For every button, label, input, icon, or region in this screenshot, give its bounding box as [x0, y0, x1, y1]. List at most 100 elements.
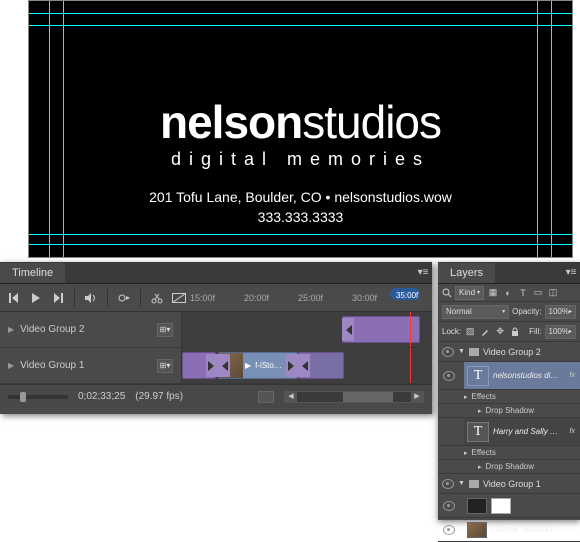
layer-group-header[interactable]: ▼ Video Group 1 — [438, 474, 580, 494]
chevron-right-icon[interactable]: ▸ — [478, 407, 482, 415]
type-layer-icon: T — [467, 366, 489, 386]
video-group-icon — [469, 348, 479, 356]
add-media-button[interactable]: ⊞▾ — [157, 323, 173, 337]
filter-type-icon[interactable]: T — [517, 287, 529, 299]
opacity-input[interactable]: 100%▸ — [545, 305, 576, 319]
ruler-tick: 20:00f — [244, 293, 269, 303]
track-name: Video Group 2 — [20, 324, 84, 335]
scroll-left-icon[interactable]: ◀ — [285, 392, 297, 402]
guide-horizontal — [29, 244, 572, 245]
filter-kind-select[interactable]: Kind▾ — [455, 286, 484, 300]
layer-name: f-iStock_0000147… — [491, 525, 561, 534]
layer-row-selected[interactable]: T nelsonstudios di… fx — [464, 362, 580, 389]
visibility-toggle[interactable] — [443, 501, 455, 511]
track-header[interactable]: ▶ Video Group 2 ⊞▾ — [0, 312, 182, 347]
timecode-display[interactable]: 0;02;33;25 — [78, 391, 125, 402]
transition-handle[interactable] — [218, 354, 230, 377]
address-line: 201 Tofu Lane, Boulder, CO • nelsonstudi… — [29, 189, 572, 205]
effect-drop-shadow[interactable]: ▸ Drop Shadow — [438, 460, 580, 474]
chevron-right-icon[interactable]: ▸ — [464, 449, 468, 457]
play-button[interactable] — [28, 290, 44, 306]
layer-item-adjustment[interactable] — [438, 494, 580, 518]
track-lane[interactable]: ▶ f-iSto… — [182, 348, 432, 383]
guide-horizontal — [29, 234, 572, 235]
transition-handle[interactable] — [206, 354, 218, 377]
playhead-line — [410, 312, 411, 347]
visibility-toggle[interactable] — [442, 479, 454, 489]
scroll-right-icon[interactable]: ▶ — [411, 392, 423, 402]
effects-row[interactable]: ▸ Effects — [438, 390, 580, 404]
lock-transparency-icon[interactable]: ▨ — [464, 326, 476, 338]
layer-name: Harry and Sally … — [493, 427, 558, 436]
chevron-right-icon[interactable]: ▸ — [478, 463, 482, 471]
split-button[interactable] — [149, 290, 165, 306]
lock-position-icon[interactable]: ✥ — [494, 326, 506, 338]
layers-panel: Layers ▾≡ Kind▾ ▦ ◐ T ▭ ◫ Normal▾ Opacit… — [438, 262, 580, 520]
lock-all-icon[interactable] — [509, 326, 521, 338]
ruler-tick: 30:00f — [352, 293, 377, 303]
playhead-line — [410, 348, 411, 383]
options-button[interactable] — [116, 290, 132, 306]
layer-mask-thumbnail[interactable] — [491, 498, 511, 514]
transition-handle[interactable] — [342, 318, 354, 341]
blend-mode-select[interactable]: Normal▾ — [442, 305, 509, 319]
fx-badge[interactable]: fx — [570, 428, 577, 435]
guide-horizontal — [29, 25, 572, 26]
timeline-scrollbar[interactable]: ◀ ▶ — [284, 391, 424, 403]
visibility-toggle[interactable] — [442, 347, 454, 357]
logo-thin: studios — [302, 96, 441, 148]
last-frame-button[interactable] — [50, 290, 66, 306]
transition-handle[interactable] — [298, 354, 310, 377]
layer-name: nelsonstudios di… — [493, 371, 558, 380]
track-lane[interactable] — [182, 312, 432, 347]
first-frame-button[interactable] — [6, 290, 22, 306]
layer-item-image[interactable]: f-iStock_0000147… — [438, 518, 580, 542]
layer-group-header[interactable]: ▼ Video Group 2 — [438, 342, 580, 362]
visibility-toggle[interactable] — [443, 371, 455, 381]
chevron-down-icon[interactable]: ▼ — [458, 480, 465, 487]
fill-input[interactable]: 100%▸ — [545, 325, 576, 339]
chevron-right-icon[interactable]: ▶ — [8, 325, 14, 334]
effect-drop-shadow[interactable]: ▸ Drop Shadow — [438, 404, 580, 418]
layer-item-text2[interactable]: T Harry and Sally … fx — [438, 418, 580, 446]
chevron-right-icon[interactable]: ▶ — [8, 361, 14, 370]
lock-label: Lock: — [442, 327, 461, 336]
layer-item-text1[interactable]: T nelsonstudios di… fx — [438, 362, 580, 390]
chevron-down-icon[interactable]: ▼ — [458, 348, 465, 355]
logo-main: nelsonstudios — [29, 95, 572, 149]
panel-menu-icon[interactable]: ▾≡ — [414, 267, 432, 278]
logo-bold: nelson — [160, 96, 302, 148]
search-icon[interactable] — [442, 288, 452, 298]
mute-button[interactable] — [83, 290, 99, 306]
logo-subtitle: digital memories — [29, 149, 572, 170]
visibility-toggle[interactable] — [443, 525, 455, 535]
chevron-right-icon[interactable]: ▸ — [464, 393, 468, 401]
ruler-tick: 25:00f — [298, 293, 323, 303]
timeline-tab[interactable]: Timeline — [0, 263, 65, 283]
transition-handle[interactable] — [286, 354, 298, 377]
adjustment-thumbnail — [467, 498, 487, 514]
timeline-ruler[interactable]: 15:00f 20:00f 25:00f 30:00f 35:00f — [182, 284, 432, 311]
group-name: Video Group 1 — [483, 479, 541, 489]
playhead-marker[interactable]: 35:00f — [394, 290, 418, 300]
render-button[interactable] — [258, 391, 274, 403]
effects-row[interactable]: ▸ Effects — [438, 446, 580, 460]
filter-pixel-icon[interactable]: ▦ — [487, 287, 499, 299]
filter-adjustment-icon[interactable]: ◐ — [502, 287, 514, 299]
fps-display: (29.97 fps) — [135, 391, 183, 402]
filter-shape-icon[interactable]: ▭ — [532, 287, 544, 299]
panel-menu-icon[interactable]: ▾≡ — [562, 267, 580, 278]
add-media-button[interactable]: ⊞▾ — [157, 359, 173, 373]
fx-badge[interactable]: fx — [570, 372, 577, 379]
layer-row[interactable]: T Harry and Sally … fx — [464, 418, 580, 445]
track-header[interactable]: ▶ Video Group 1 ⊞▾ — [0, 348, 182, 383]
timeline-tab-bar: Timeline ▾≡ — [0, 262, 432, 284]
fill-label: Fill: — [529, 327, 541, 336]
group-name: Video Group 2 — [483, 347, 541, 357]
opacity-label: Opacity: — [512, 307, 541, 316]
scrollbar-thumb[interactable] — [343, 392, 393, 402]
zoom-slider[interactable] — [8, 395, 68, 399]
layers-tab[interactable]: Layers — [438, 263, 495, 283]
filter-smart-icon[interactable]: ◫ — [547, 287, 559, 299]
lock-paint-icon[interactable] — [479, 326, 491, 338]
